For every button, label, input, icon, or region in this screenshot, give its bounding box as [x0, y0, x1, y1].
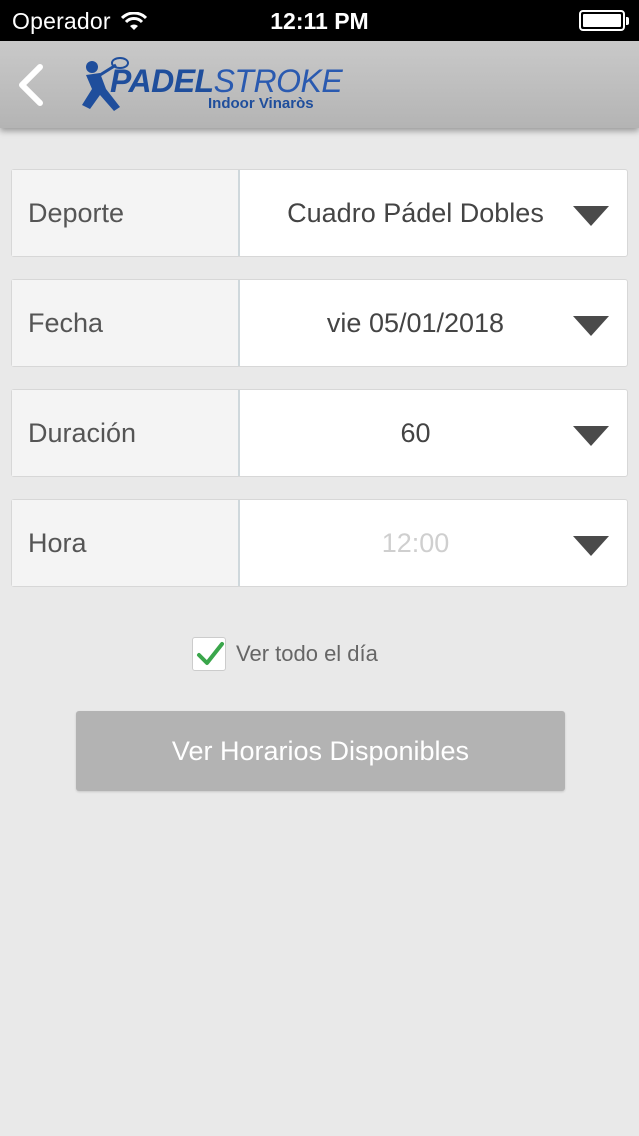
sport-row: Deporte Cuadro Pádel Dobles — [11, 169, 628, 257]
time-select[interactable]: 12:00 — [240, 500, 627, 586]
logo-brand-thin: STROKE — [213, 63, 343, 99]
app-logo: PADELSTROKE Indoor Vinaròs — [76, 55, 343, 119]
status-time: 12:11 PM — [270, 8, 369, 34]
duration-row: Duración 60 — [11, 389, 628, 477]
battery-icon — [579, 10, 629, 31]
nav-bar: PADELSTROKE Indoor Vinaròs — [0, 41, 639, 128]
date-label: Fecha — [12, 280, 240, 366]
all-day-label: Ver todo el día — [236, 641, 378, 666]
duration-value: 60 — [400, 417, 431, 448]
back-chevron-icon[interactable] — [14, 63, 46, 107]
date-select[interactable]: vie 05/01/2018 — [240, 280, 627, 366]
view-available-times-button[interactable]: Ver Horarios Disponibles — [76, 711, 565, 791]
time-label: Hora — [12, 500, 240, 586]
time-row: Hora 12:00 — [11, 499, 628, 587]
checkmark-icon — [197, 642, 224, 665]
logo-brand-bold: PADEL — [110, 63, 214, 99]
sport-select[interactable]: Cuadro Pádel Dobles — [240, 170, 627, 256]
caret-down-icon — [573, 536, 609, 556]
caret-down-icon — [573, 206, 609, 226]
date-value: vie 05/01/2018 — [326, 307, 505, 338]
duration-select[interactable]: 60 — [240, 390, 627, 476]
sport-label: Deporte — [12, 170, 240, 256]
logo-tagline: Indoor Vinaròs — [208, 95, 314, 112]
duration-label: Duración — [12, 390, 240, 476]
all-day-toggle[interactable]: Ver todo el día — [192, 637, 378, 671]
time-value: 12:00 — [381, 527, 450, 558]
sport-value: Cuadro Pádel Dobles — [287, 197, 544, 228]
caret-down-icon — [573, 426, 609, 446]
date-row: Fecha vie 05/01/2018 — [11, 279, 628, 367]
status-bar: Operador 12:11 PM — [0, 0, 639, 41]
all-day-checkbox[interactable] — [192, 637, 226, 671]
caret-down-icon — [573, 316, 609, 336]
